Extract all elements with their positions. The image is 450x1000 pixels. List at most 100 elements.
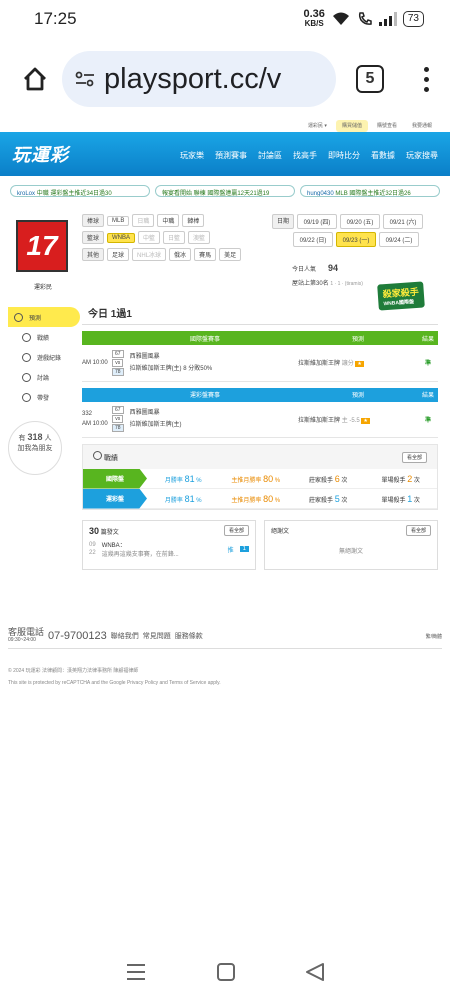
followers-count: 318 xyxy=(27,432,43,442)
top-link-report[interactable]: 我要通報 xyxy=(406,120,438,132)
site-logo[interactable]: 玩運彩 xyxy=(0,141,69,167)
col-header: 結果 xyxy=(418,387,438,402)
service-phone[interactable]: 07-9700123 xyxy=(48,630,107,642)
site-settings-icon[interactable] xyxy=(74,68,96,90)
filter-wnba[interactable]: WNBA xyxy=(107,232,136,243)
footer-link-contact[interactable]: 聯絡我們 xyxy=(111,631,139,641)
replies-title: 絕謝文 xyxy=(271,529,290,535)
filter-mlb[interactable]: MLB xyxy=(107,215,130,226)
footer-link-faq[interactable]: 常見問題 xyxy=(143,631,171,641)
username: 運彩民 xyxy=(33,285,52,291)
profile-content: 17 運彩民 預測 戰績 遊戲紀錄 討論 帶發 有 318 人 加我為朋友 棒球… xyxy=(0,214,450,570)
posts-more-button[interactable]: 看全部 xyxy=(223,525,249,536)
date-option-selected[interactable]: 09/23 (一) xyxy=(336,232,376,247)
bottom-boxes: 30 篇發文 看全部 09 22 WNBA： 這幾再這幾支事賽，在前鋒... 推1 … xyxy=(82,520,438,570)
home-button[interactable] xyxy=(18,62,52,96)
record-icon xyxy=(22,352,31,362)
profile-sidebar: 17 運彩民 預測 戰績 遊戲紀錄 討論 帶發 有 318 人 加我為朋友 xyxy=(8,214,80,570)
edit-icon xyxy=(22,372,31,382)
game-time: AM 10:00 xyxy=(82,345,112,382)
recents-icon[interactable] xyxy=(125,962,147,982)
col-header: 結果 xyxy=(418,331,438,345)
ticker-item[interactable]: 報宴看開始 聯棟 國際盤連贏12天21過19 xyxy=(155,185,295,197)
post-item[interactable]: 09 22 WNBA： 這幾再這幾支事賽，在前鋒... 推1 xyxy=(89,540,249,558)
replies-more-button[interactable]: 看全部 xyxy=(405,525,431,536)
ticker-item[interactable]: kroLox 中職 運彩盤主推近34日過30 xyxy=(10,185,150,197)
address-bar[interactable]: playsport.cc/v xyxy=(62,51,336,107)
today-visitors: 94 xyxy=(328,263,339,273)
status-bar: 17:25 0.36 KB/S 73 xyxy=(0,0,450,38)
followers-bubble[interactable]: 有 318 人 加我為朋友 xyxy=(8,421,62,475)
result: 準 xyxy=(418,401,438,438)
add-friend-label: 加我為朋友 xyxy=(17,445,53,452)
team-home[interactable]: 拉斯維加斯王牌(主) 8 分敗50% xyxy=(130,363,213,375)
nav-item-experts[interactable]: 找高手 xyxy=(293,150,317,161)
top-link-user[interactable]: 運彩民 ▾ xyxy=(302,120,333,132)
table-row: 332 AM 10:00 67 vs 78 西雅圖風暴 拉斯維加斯王牌(主) 拉斯維加斯… xyxy=(82,401,438,438)
main-nav: 玩家樂 預測賽事 討論區 找高手 即時比分 看數據 玩家搜尋 xyxy=(180,150,438,161)
team-away[interactable]: 西雅圖風暴 xyxy=(130,351,213,363)
side-menu-predict[interactable]: 預測 xyxy=(8,307,80,327)
filter-cba[interactable]: 中籃 xyxy=(138,231,161,244)
filter-kbo[interactable]: 韓棒 xyxy=(182,214,205,227)
system-nav-bar xyxy=(0,944,450,1000)
date-option[interactable]: 09/24 (二) xyxy=(379,232,419,247)
date-option[interactable]: 09/22 (日) xyxy=(293,232,333,247)
filter-npb[interactable]: 日職 xyxy=(132,214,155,227)
record-title: 戰績 xyxy=(103,455,118,462)
score: 67 vs 78 xyxy=(112,349,124,376)
side-menu-record[interactable]: 戰績 xyxy=(8,327,78,347)
ticker-item[interactable]: hung0430 MLB 國際盤主推近32日過26 xyxy=(300,185,440,197)
overflow-menu-button[interactable] xyxy=(414,66,438,92)
record-row-intl: 國際盤 月勝率 81 % 主推月勝率 80 % 莊家殺手 6 次 單場殺手 2 … xyxy=(83,468,437,489)
nav-item-search[interactable]: 玩家搜尋 xyxy=(406,150,438,161)
top-links: 運彩民 ▾ 購買儲值 購號查看 我要通報 xyxy=(0,120,450,132)
nav-item-data[interactable]: 看數據 xyxy=(371,150,395,161)
col-header: 預測 xyxy=(298,387,418,402)
top-link-view[interactable]: 購號查看 xyxy=(371,120,403,132)
filter-nhl[interactable]: NHL冰球 xyxy=(132,248,167,261)
language-switch[interactable]: 繁/簡體 xyxy=(426,633,442,640)
star-badge: ★ xyxy=(355,361,364,368)
side-menu-post[interactable]: 帶發 xyxy=(8,387,78,407)
side-menu-game-log[interactable]: 遊戲紀錄 xyxy=(8,347,78,367)
chat-icon xyxy=(22,332,31,342)
tab-switcher-button[interactable]: 5 xyxy=(356,65,384,93)
pick: 拉斯維加斯王牌 xyxy=(298,417,341,424)
filter-horse[interactable]: 賽馬 xyxy=(194,248,217,261)
filter-category: 籃球 xyxy=(82,231,105,244)
copyright: © 2024 玩運彩 法律顧問：漢英翔力法律事務所 陳顧福律師 xyxy=(8,668,139,674)
nav-item-live-score[interactable]: 即時比分 xyxy=(328,150,360,161)
game-number: 332 xyxy=(82,411,93,418)
nav-item-forum[interactable]: 討論區 xyxy=(258,150,282,161)
date-filters: 日期 09/19 (四) 09/20 (五) 09/21 (六) 09/22 (… xyxy=(272,214,438,291)
side-menu: 預測 戰績 遊戲紀錄 討論 帶發 xyxy=(8,307,80,407)
footer-link-terms[interactable]: 服務條款 xyxy=(175,631,203,641)
team-away[interactable]: 西雅圖風暴 xyxy=(130,407,182,419)
team-home[interactable]: 拉斯維加斯王牌(主) xyxy=(130,419,182,431)
document-icon xyxy=(22,392,31,402)
filter-cpbl[interactable]: 中職 xyxy=(157,214,180,227)
date-option[interactable]: 09/20 (五) xyxy=(340,214,381,229)
top-link-buy[interactable]: 購買儲值 xyxy=(335,120,368,132)
filter-nfl[interactable]: 美足 xyxy=(219,248,242,261)
replies-empty: 無絕謝文 xyxy=(338,549,363,555)
profile-main: 棒球 MLB 日職 中職 韓棒 籃球 WNBA 中籃 日籃 澳籃 其他 足球 N… xyxy=(82,214,438,570)
game-time: AM 10:00 xyxy=(82,421,108,428)
home-nav-icon[interactable] xyxy=(216,962,236,982)
filter-bleague[interactable]: 日籃 xyxy=(163,231,186,244)
filter-soccer[interactable]: 足球 xyxy=(107,248,130,261)
status-icons: 0.36 KB/S 73 xyxy=(303,9,424,29)
date-option[interactable]: 09/21 (六) xyxy=(383,214,424,229)
col-header: 預測 xyxy=(298,331,418,345)
filter-khl[interactable]: 俄冰 xyxy=(169,248,192,261)
back-icon[interactable] xyxy=(305,962,325,982)
filter-nbl[interactable]: 澳籃 xyxy=(188,231,211,244)
nav-item-predict[interactable]: 預測賽事 xyxy=(215,150,247,161)
nav-item-play[interactable]: 玩家樂 xyxy=(180,150,204,161)
result: 準 xyxy=(418,345,438,382)
avatar[interactable]: 17 xyxy=(16,220,68,272)
record-more-button[interactable]: 看全部 xyxy=(401,451,427,463)
side-menu-forum[interactable]: 討論 xyxy=(8,367,78,387)
date-option[interactable]: 09/19 (四) xyxy=(297,214,338,229)
